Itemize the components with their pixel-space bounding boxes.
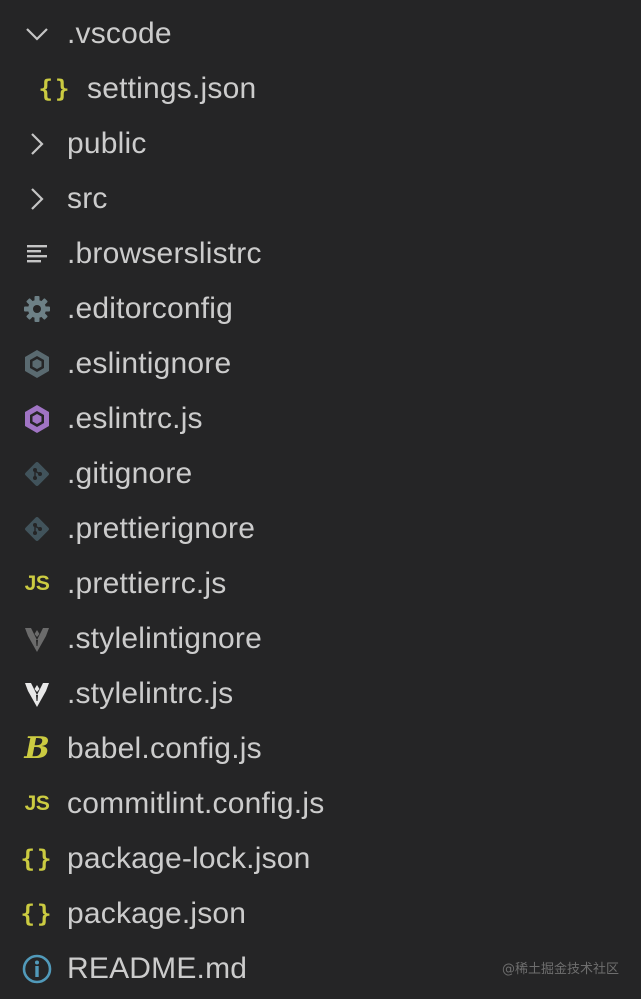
file-prettierrc-js[interactable]: JS .prettierrc.js xyxy=(0,556,641,611)
eslint-icon xyxy=(20,402,54,436)
tree-item-label: public xyxy=(67,126,147,160)
gear-icon xyxy=(20,292,54,326)
file-prettierignore[interactable]: .prettierignore xyxy=(0,501,641,556)
javascript-icon: JS xyxy=(20,787,54,821)
json-braces-icon: {} xyxy=(20,842,54,876)
file-babel-config-js[interactable]: B babel.config.js xyxy=(0,721,641,776)
tree-item-label: .editorconfig xyxy=(67,291,234,325)
file-package-json[interactable]: {} package.json xyxy=(0,886,641,941)
tree-item-label: .prettierrc.js xyxy=(67,566,227,600)
javascript-glyph: JS xyxy=(24,791,50,815)
chevron-right-icon[interactable] xyxy=(20,127,54,161)
file-eslintignore[interactable]: .eslintignore xyxy=(0,336,641,391)
file-explorer-tree: .vscode {} settings.json public src .bro… xyxy=(0,0,641,999)
info-icon xyxy=(20,952,54,986)
file-gitignore[interactable]: .gitignore xyxy=(0,446,641,501)
file-eslintrc-js[interactable]: .eslintrc.js xyxy=(0,391,641,446)
tree-item-label: babel.config.js xyxy=(67,731,262,765)
json-braces-icon: {} xyxy=(20,897,54,931)
tree-item-label: .browserslistrc xyxy=(67,236,262,270)
babel-glyph: B xyxy=(24,731,50,766)
tree-item-label: .gitignore xyxy=(67,456,193,490)
stylelint-icon xyxy=(20,677,54,711)
json-braces-icon: {} xyxy=(38,72,72,106)
watermark: @稀土掘金技术社区 xyxy=(501,962,619,977)
file-settings-json[interactable]: {} settings.json xyxy=(0,61,641,116)
tree-item-label: package.json xyxy=(67,896,247,930)
babel-icon: B xyxy=(20,731,54,766)
tree-item-label: .prettierignore xyxy=(67,511,256,545)
file-commitlint-config-js[interactable]: JS commitlint.config.js xyxy=(0,776,641,831)
json-braces-glyph: {} xyxy=(38,74,72,103)
tree-item-label: commitlint.config.js xyxy=(67,786,325,820)
file-browserslistrc[interactable]: .browserslistrc xyxy=(0,226,641,281)
javascript-icon: JS xyxy=(20,567,54,601)
tree-item-label: package-lock.json xyxy=(67,841,311,875)
folder-src[interactable]: src xyxy=(0,171,641,226)
folder-public[interactable]: public xyxy=(0,116,641,171)
tree-item-label: .stylelintrc.js xyxy=(67,676,234,710)
git-icon xyxy=(20,457,54,491)
text-lines-icon xyxy=(20,237,54,271)
git-icon xyxy=(20,512,54,546)
json-braces-glyph: {} xyxy=(20,899,54,928)
tree-item-label: .eslintrc.js xyxy=(67,401,203,435)
eslint-icon xyxy=(20,347,54,381)
tree-item-label: .stylelintignore xyxy=(67,621,262,655)
tree-item-label: .eslintignore xyxy=(67,346,232,380)
file-stylelintrc-js[interactable]: .stylelintrc.js xyxy=(0,666,641,721)
stylelint-icon xyxy=(20,622,54,656)
tree-item-label: src xyxy=(67,181,108,215)
file-editorconfig[interactable]: .editorconfig xyxy=(0,281,641,336)
tree-item-label: settings.json xyxy=(87,71,257,105)
chevron-down-icon[interactable] xyxy=(20,17,54,51)
json-braces-glyph: {} xyxy=(20,844,54,873)
tree-item-label: .vscode xyxy=(67,16,172,50)
chevron-right-icon[interactable] xyxy=(20,182,54,216)
file-stylelintignore[interactable]: .stylelintignore xyxy=(0,611,641,666)
folder-vscode[interactable]: .vscode xyxy=(0,6,641,61)
file-package-lock-json[interactable]: {} package-lock.json xyxy=(0,831,641,886)
javascript-glyph: JS xyxy=(24,571,50,595)
tree-item-label: README.md xyxy=(67,951,248,985)
